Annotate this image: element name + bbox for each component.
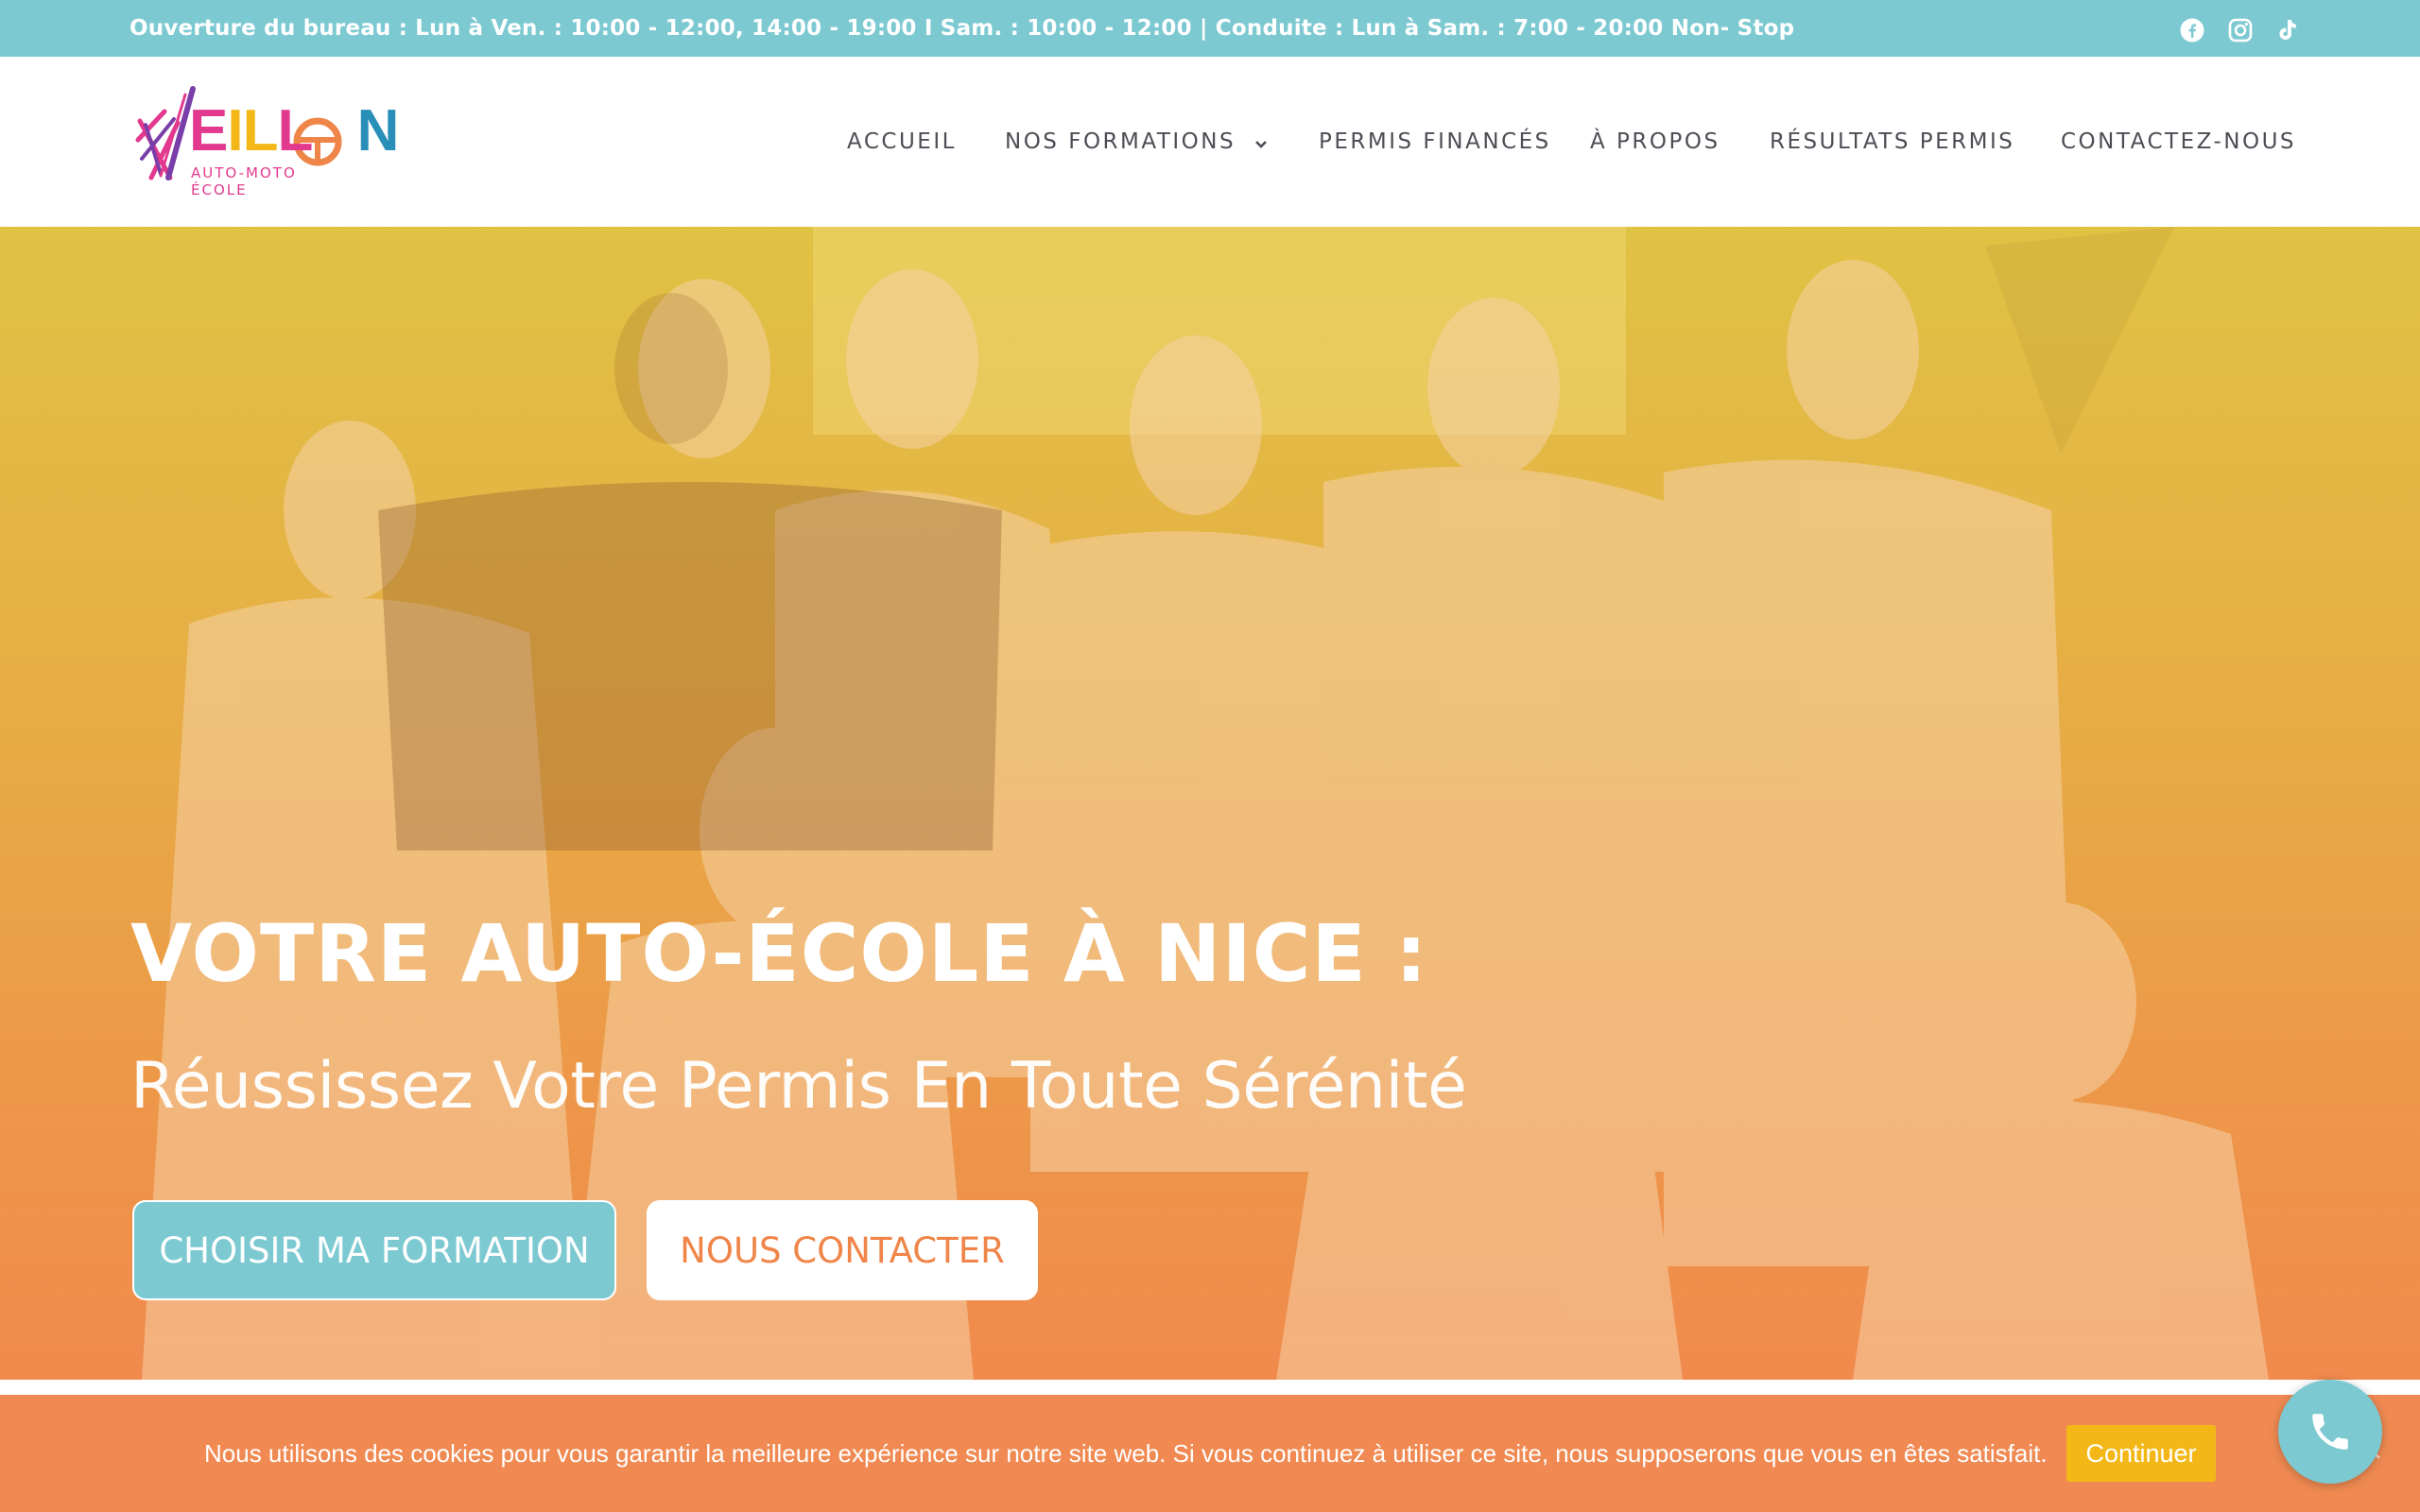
site-header: EILLON AUTO-MOTO ÉCOLE ACCUEIL NOS FORMA… (0, 57, 2420, 227)
cookie-message: Nous utilisons des cookies pour vous gar… (204, 1439, 2048, 1468)
nav-item-contactez-nous[interactable]: CONTACTEZ-NOUS (2061, 57, 2296, 227)
cookie-continue-button[interactable]: Continuer (2066, 1425, 2216, 1482)
cookie-divider (0, 1380, 2420, 1395)
hero-title: VOTRE AUTO-ÉCOLE À NICE : (130, 907, 1428, 1000)
call-button[interactable] (2278, 1380, 2382, 1484)
nav-item-a-propos[interactable]: À PROPOS (1590, 57, 1720, 227)
nav-item-accueil[interactable]: ACCUEIL (847, 57, 957, 227)
chevron-down-icon (1254, 58, 1268, 228)
nav-item-nos-formations[interactable]: NOS FORMATIONS (1005, 57, 1268, 227)
office-hours-text: Ouverture du bureau : Lun à Ven. : 10:00… (130, 16, 1795, 41)
logo-wordmark: EILLON (189, 98, 399, 163)
nav-item-label: NOS FORMATIONS (1005, 129, 1236, 154)
site-logo[interactable]: EILLON AUTO-MOTO ÉCOLE (132, 83, 399, 198)
logo-tagline: AUTO-MOTO ÉCOLE (191, 164, 297, 198)
hero-subtitle: Réussissez Votre Permis En Toute Sérénit… (130, 1049, 1467, 1124)
nav-item-permis-finances[interactable]: PERMIS FINANCÉS (1319, 57, 1551, 227)
hero-section: VOTRE AUTO-ÉCOLE À NICE : Réussissez Vot… (0, 227, 2420, 1380)
nav-item-resultats-permis[interactable]: RÉSULTATS PERMIS (1770, 57, 2014, 227)
instagram-icon[interactable] (2228, 18, 2253, 43)
choose-formation-button[interactable]: CHOISIR MA FORMATION (132, 1200, 616, 1300)
facebook-icon[interactable] (2180, 18, 2204, 43)
phone-icon (2312, 1414, 2348, 1450)
top-info-bar: Ouverture du bureau : Lun à Ven. : 10:00… (0, 0, 2420, 57)
cookie-consent-bar: Nous utilisons des cookies pour vous gar… (0, 1395, 2420, 1512)
tiktok-icon[interactable] (2274, 18, 2299, 43)
contact-us-button[interactable]: NOUS CONTACTER (647, 1200, 1038, 1300)
